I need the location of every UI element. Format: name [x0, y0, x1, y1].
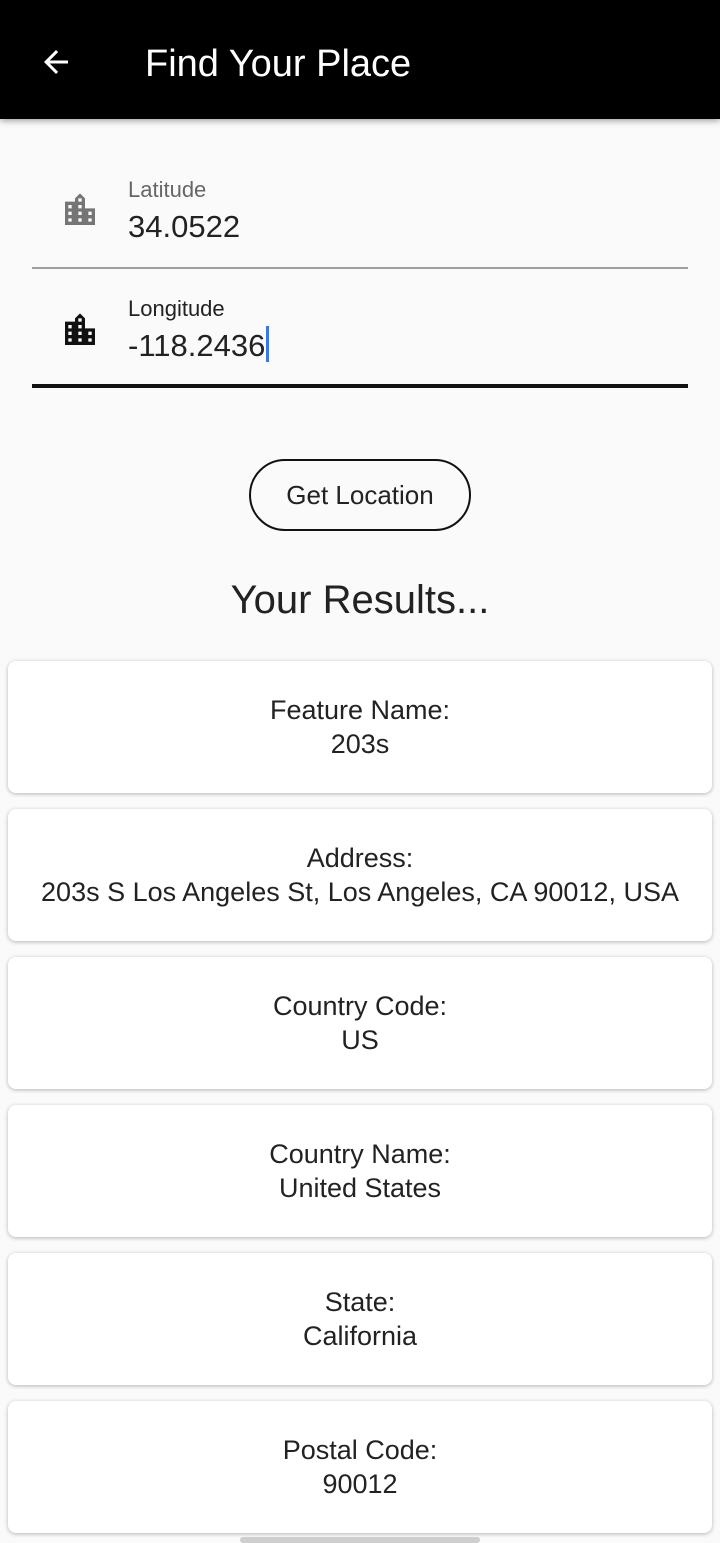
result-card-country-code: Country Code: US [8, 957, 712, 1089]
get-location-button[interactable]: Get Location [249, 459, 471, 531]
result-value: 203s [330, 729, 390, 759]
longitude-underline [32, 384, 688, 388]
result-value: United States [278, 1173, 442, 1203]
result-label: Country Code: [272, 991, 448, 1021]
results-heading: Your Results... [230, 578, 490, 622]
result-value: 203s S Los Angeles St, Los Angeles, CA 9… [41, 877, 679, 907]
result-label: Feature Name: [269, 695, 451, 725]
longitude-field[interactable]: Longitude -118.2436 [32, 270, 688, 390]
longitude-label: Longitude [128, 296, 225, 321]
result-label: Country Name: [269, 1139, 451, 1169]
latitude-field[interactable]: Latitude 34.0522 [32, 150, 688, 270]
result-card-state: State: California [8, 1253, 712, 1385]
building-icon [65, 193, 95, 225]
result-value: California [302, 1321, 418, 1351]
page-title: Find Your Place [145, 43, 412, 85]
building-icon [65, 313, 95, 345]
back-button[interactable] [28, 34, 84, 90]
latitude-input[interactable]: 34.0522 [128, 207, 240, 247]
latitude-label: Latitude [128, 177, 207, 202]
arrow-left-icon [44, 50, 68, 74]
result-card-address: Address: 203s S Los Angeles St, Los Ange… [8, 809, 712, 941]
result-label: Address: [306, 843, 414, 873]
result-card-postal-code: Postal Code: 90012 [8, 1401, 712, 1533]
result-label: State: [324, 1287, 396, 1317]
result-value: 90012 [322, 1469, 398, 1499]
longitude-value: -118.2436 [128, 328, 266, 363]
scroll-indicator[interactable] [240, 1537, 480, 1543]
longitude-input[interactable]: -118.2436 [128, 326, 270, 366]
result-card-country-name: Country Name: United States [8, 1105, 712, 1237]
result-value: US [341, 1025, 379, 1055]
text-cursor [266, 326, 270, 362]
app-bar: Find Your Place [0, 0, 720, 119]
result-card-feature-name: Feature Name: 203s [8, 661, 712, 793]
latitude-underline [32, 267, 688, 269]
result-label: Postal Code: [282, 1435, 438, 1465]
